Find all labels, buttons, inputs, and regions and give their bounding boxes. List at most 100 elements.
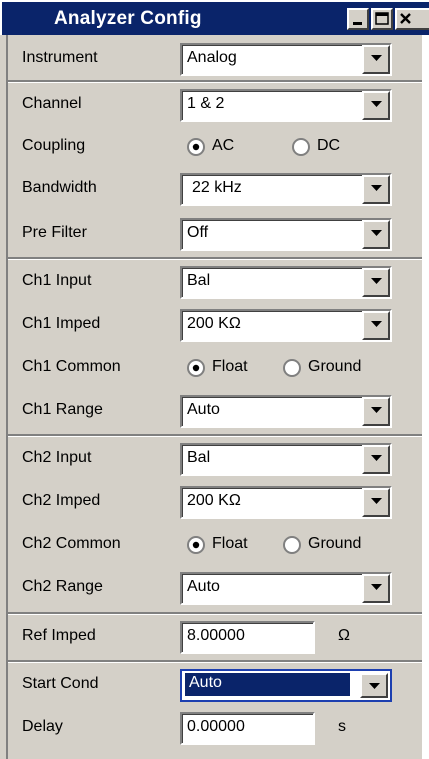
delay-label: Delay xyxy=(22,718,63,735)
ch2-float-radio[interactable] xyxy=(186,535,206,555)
channel-dropdown-button[interactable] xyxy=(362,91,390,120)
pre-filter-select[interactable]: Off xyxy=(180,218,392,251)
ref-imped-unit: Ω xyxy=(338,627,350,644)
start-cond-label: Start Cond xyxy=(22,675,99,692)
chevron-down-icon xyxy=(371,101,382,107)
chevron-down-icon xyxy=(371,278,382,284)
ch1-common-label: Ch1 Common xyxy=(22,358,121,375)
ch1-input-dropdown-button[interactable] xyxy=(362,268,390,297)
ch1-float-radio[interactable] xyxy=(186,358,206,378)
bandwidth-select[interactable]: 22 kHz xyxy=(180,173,392,206)
start-cond-select[interactable]: Auto xyxy=(180,669,392,702)
ch2-input-dropdown-button[interactable] xyxy=(362,445,390,474)
ch2-range-value: Auto xyxy=(187,578,220,595)
row-instrument: Instrument Analog xyxy=(8,37,424,80)
ch1-imped-label: Ch1 Imped xyxy=(22,315,101,332)
row-ch1-common: Ch1 Common Float Ground xyxy=(8,346,424,389)
config-panel: Instrument Analog Channel 1 & 2 Coupling xyxy=(6,35,429,759)
channel-select[interactable]: 1 & 2 xyxy=(180,89,392,122)
ch2-imped-select[interactable]: 200 KΩ xyxy=(180,486,392,519)
start-cond-dropdown-button[interactable] xyxy=(360,673,388,698)
delay-input[interactable]: 0.00000 xyxy=(180,712,315,745)
coupling-dc-label[interactable]: DC xyxy=(317,137,340,155)
instrument-select[interactable]: Analog xyxy=(180,43,392,76)
row-ref-imped: Ref Imped 8.00000 Ω xyxy=(8,615,424,658)
bandwidth-dropdown-button[interactable] xyxy=(362,175,390,204)
ch1-input-select[interactable]: Bal xyxy=(180,266,392,299)
row-start-cond: Start Cond Auto xyxy=(8,663,424,706)
row-delay: Delay 0.00000 s xyxy=(8,706,424,749)
row-ch2-input: Ch2 Input Bal xyxy=(8,437,424,480)
row-ch2-range: Ch2 Range Auto xyxy=(8,566,424,609)
title-bar[interactable]: Analyzer Config xyxy=(0,0,429,35)
window-edge xyxy=(422,35,429,759)
start-cond-value: Auto xyxy=(185,673,350,696)
close-button[interactable] xyxy=(395,8,429,30)
maximize-button[interactable] xyxy=(371,8,393,30)
ch1-range-select[interactable]: Auto xyxy=(180,395,392,428)
row-ch2-common: Ch2 Common Float Ground xyxy=(8,523,424,566)
ch2-float-label[interactable]: Float xyxy=(212,535,248,553)
chevron-down-icon xyxy=(371,455,382,461)
ch2-imped-dropdown-button[interactable] xyxy=(362,488,390,517)
pre-filter-dropdown-button[interactable] xyxy=(362,220,390,249)
ch2-range-select[interactable]: Auto xyxy=(180,572,392,605)
ch2-imped-value: 200 KΩ xyxy=(187,492,241,509)
row-channel: Channel 1 & 2 xyxy=(8,83,424,126)
ch2-ground-radio[interactable] xyxy=(282,535,302,555)
row-pre-filter: Pre Filter Off xyxy=(8,212,424,255)
ch1-imped-value: 200 KΩ xyxy=(187,315,241,332)
ch2-common-label: Ch2 Common xyxy=(22,535,121,552)
ch1-input-value: Bal xyxy=(187,272,211,289)
minimize-icon xyxy=(353,22,362,25)
chevron-down-icon xyxy=(371,230,382,236)
coupling-ac-radio[interactable] xyxy=(186,137,206,157)
ch2-ground-label[interactable]: Ground xyxy=(308,535,361,553)
ch1-ground-label[interactable]: Ground xyxy=(308,358,361,376)
ch1-ground-radio[interactable] xyxy=(282,358,302,378)
row-coupling: Coupling AC DC xyxy=(8,125,424,168)
instrument-dropdown-button[interactable] xyxy=(362,45,390,74)
row-ch2-imped: Ch2 Imped 200 KΩ xyxy=(8,480,424,523)
ch1-imped-select[interactable]: 200 KΩ xyxy=(180,309,392,342)
pre-filter-value: Off xyxy=(187,224,209,241)
ch2-range-dropdown-button[interactable] xyxy=(362,574,390,603)
ref-imped-label: Ref Imped xyxy=(22,627,96,644)
ch1-range-value: Auto xyxy=(187,401,220,418)
minimize-button[interactable] xyxy=(347,8,369,30)
chevron-down-icon xyxy=(371,185,382,191)
chevron-down-icon xyxy=(371,55,382,61)
bandwidth-value: 22 kHz xyxy=(192,179,242,196)
ch1-input-label: Ch1 Input xyxy=(22,272,92,289)
ch2-input-select[interactable]: Bal xyxy=(180,443,392,476)
ch1-float-label[interactable]: Float xyxy=(212,358,248,376)
instrument-label: Instrument xyxy=(22,49,98,66)
channel-label: Channel xyxy=(22,95,82,112)
ref-imped-input[interactable]: 8.00000 xyxy=(180,621,315,654)
ch1-imped-dropdown-button[interactable] xyxy=(362,311,390,340)
chevron-down-icon xyxy=(371,321,382,327)
instrument-value: Analog xyxy=(187,49,237,66)
row-ch1-imped: Ch1 Imped 200 KΩ xyxy=(8,303,424,346)
channel-value: 1 & 2 xyxy=(187,95,225,112)
chevron-down-icon xyxy=(371,407,382,413)
row-bandwidth: Bandwidth 22 kHz xyxy=(8,167,424,210)
delay-unit: s xyxy=(338,718,346,735)
row-ch1-range: Ch1 Range Auto xyxy=(8,389,424,432)
ref-imped-value: 8.00000 xyxy=(187,627,245,644)
chevron-down-icon xyxy=(371,584,382,590)
chevron-down-icon xyxy=(371,498,382,504)
coupling-ac-label[interactable]: AC xyxy=(212,137,234,155)
delay-value: 0.00000 xyxy=(187,718,245,735)
coupling-dc-radio[interactable] xyxy=(291,137,311,157)
analyzer-config-window: Analyzer Config Instrument Analog Channe… xyxy=(0,0,429,759)
window-title: Analyzer Config xyxy=(54,8,202,29)
chevron-down-icon xyxy=(369,683,380,689)
row-ch1-input: Ch1 Input Bal xyxy=(8,260,424,303)
maximize-icon xyxy=(375,12,389,25)
ch2-input-value: Bal xyxy=(187,449,211,466)
ch2-range-label: Ch2 Range xyxy=(22,578,103,595)
close-icon xyxy=(400,13,411,24)
pre-filter-label: Pre Filter xyxy=(22,224,87,241)
ch1-range-dropdown-button[interactable] xyxy=(362,397,390,426)
